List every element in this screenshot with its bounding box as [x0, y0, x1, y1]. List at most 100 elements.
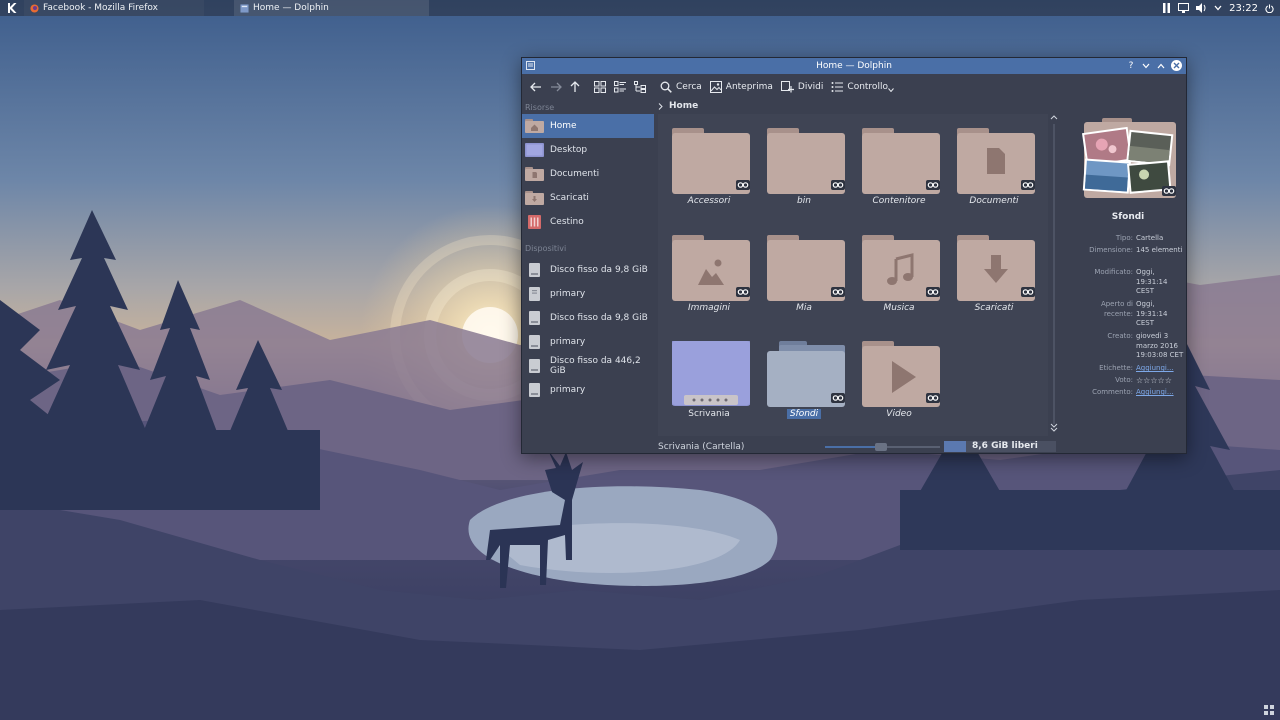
zoom-slider[interactable]: [825, 443, 940, 451]
hard-disk-icon: [525, 311, 544, 326]
file-item[interactable]: Mia: [759, 221, 849, 323]
sidebar-item-label: Disco fisso da 9,8 GiB: [550, 313, 648, 323]
file-item-label: Sfondi: [759, 409, 849, 419]
window-titlebar[interactable]: Home — Dolphin ?: [522, 58, 1186, 74]
sidebar-item-label: primary: [550, 289, 586, 299]
close-icon: [1173, 62, 1180, 69]
preview-icon: [709, 81, 722, 93]
up-button[interactable]: [566, 76, 584, 98]
details-view-button[interactable]: [610, 76, 630, 98]
show-desktop-icon[interactable]: [1264, 705, 1274, 715]
breadcrumb[interactable]: Home: [658, 100, 988, 112]
preview-button-label: Anteprima: [725, 82, 773, 92]
forward-button[interactable]: [546, 76, 566, 98]
search-icon: [660, 81, 672, 93]
places-panel: Risorse Home Desktop Documenti Scaricati: [522, 100, 654, 440]
home-folder-icon: [525, 119, 544, 134]
maximize-button[interactable]: [1156, 60, 1166, 71]
file-item[interactable]: Contenitore: [854, 114, 944, 216]
split-view-icon: [780, 81, 794, 93]
file-item[interactable]: Scrivania: [664, 327, 754, 429]
status-bar: Scrivania (Cartella) 8,6 GiB liberi: [658, 440, 1186, 454]
info-key: Modificato:: [1094, 268, 1133, 276]
file-item[interactable]: Immagini: [664, 221, 754, 323]
vertical-scrollbar[interactable]: [1050, 114, 1058, 436]
volume-icon[interactable]: [1196, 3, 1207, 13]
file-item[interactable]: Scaricati: [949, 221, 1039, 323]
chevron-down-icon: [888, 88, 894, 92]
file-item[interactable]: Documenti: [949, 114, 1039, 216]
hard-disk-icon: [525, 383, 544, 398]
chevron-down-icon[interactable]: [1214, 5, 1222, 11]
file-item[interactable]: Accessori: [664, 114, 754, 216]
sidebar-item-label: Cestino: [550, 217, 584, 227]
trash-icon: [525, 215, 544, 230]
rating-stars[interactable]: ☆☆☆☆☆: [1136, 376, 1186, 386]
file-item[interactable]: bin: [759, 114, 849, 216]
sidebar-item-device[interactable]: Disco fisso da 9,8 GiB: [522, 258, 654, 282]
hard-disk-icon: [525, 335, 544, 350]
info-row-accessed: Aperto di recente: Oggi, 19:31:14 CEST: [1070, 300, 1186, 329]
dolphin-window: Home — Dolphin ? Cerca Anteprima Dividi …: [521, 57, 1187, 454]
power-icon[interactable]: [1265, 3, 1274, 13]
file-item[interactable]: Musica: [854, 221, 944, 323]
info-row-created: Creato: giovedì 3 marzo 2016 19:03:08 CET: [1070, 332, 1186, 361]
sidebar-item-device[interactable]: primary: [522, 378, 654, 402]
application-launcher[interactable]: [0, 0, 24, 16]
control-menu-button[interactable]: Controllo: [827, 76, 898, 98]
sidebar-item-device[interactable]: Disco fisso da 446,2 GiB: [522, 354, 654, 378]
file-item[interactable]: Video: [854, 327, 944, 429]
zoom-slider-handle[interactable]: [875, 443, 887, 451]
taskbar-item-dolphin[interactable]: Home — Dolphin: [234, 0, 429, 16]
sidebar-item-device[interactable]: Disco fisso da 9,8 GiB: [522, 306, 654, 330]
downloads-folder-icon: [957, 235, 1035, 301]
add-tags-link[interactable]: Aggiungi...: [1136, 364, 1186, 374]
file-view[interactable]: Accessori bin Contenitore Documenti Imma…: [658, 114, 1048, 436]
taskbar-item-label: Home — Dolphin: [253, 3, 329, 13]
folder-link-icon: [767, 235, 845, 301]
sidebar-item-device[interactable]: primary: [522, 330, 654, 354]
media-pause-icon[interactable]: [1162, 3, 1171, 13]
minimize-button[interactable]: [1141, 60, 1151, 71]
info-key: Etichette:: [1099, 364, 1133, 372]
documents-folder-icon: [957, 128, 1035, 194]
folder-link-icon: [672, 128, 750, 194]
file-item-label: Scaricati: [974, 303, 1014, 313]
folder-link-icon: [767, 128, 845, 194]
preview-button[interactable]: Anteprima: [706, 76, 777, 98]
sidebar-item-documents[interactable]: Documenti: [522, 162, 654, 186]
info-value: Cartella: [1136, 234, 1164, 242]
add-comment-link[interactable]: Aggiungi...: [1136, 388, 1186, 398]
sidebar-item-downloads[interactable]: Scaricati: [522, 186, 654, 210]
back-button[interactable]: [526, 76, 546, 98]
control-button-label: Controllo: [847, 82, 888, 92]
close-button[interactable]: [1171, 60, 1182, 71]
folder-link-icon: [862, 128, 940, 194]
info-row-size: Dimensione: 145 elementi: [1070, 246, 1186, 256]
taskbar-item-firefox[interactable]: Facebook - Mozilla Firefox: [24, 0, 204, 16]
tree-view-button[interactable]: [630, 76, 650, 98]
sidebar-item-label: Desktop: [550, 145, 588, 155]
icons-view-button[interactable]: [590, 76, 610, 98]
wallpapers-folder-icon: [767, 341, 845, 407]
file-item[interactable]: Sfondi: [759, 327, 849, 429]
sidebar-item-home[interactable]: Home: [522, 114, 654, 138]
wallpapers-folder-preview: [1081, 118, 1176, 198]
sidebar-item-device[interactable]: primary: [522, 282, 654, 306]
status-text: Scrivania (Cartella): [658, 442, 745, 452]
maximize-icon: [1157, 63, 1165, 68]
search-button[interactable]: Cerca: [656, 76, 706, 98]
info-row-type: Tipo: Cartella: [1070, 234, 1186, 244]
sidebar-item-trash[interactable]: Cestino: [522, 210, 654, 234]
clock[interactable]: 23:22: [1229, 3, 1258, 14]
sidebar-item-label: Documenti: [550, 169, 600, 179]
sidebar-item-desktop[interactable]: Desktop: [522, 138, 654, 162]
help-button[interactable]: ?: [1126, 60, 1136, 71]
info-value: 145 elementi: [1136, 246, 1183, 254]
network-icon[interactable]: [1178, 3, 1190, 13]
sidebar-item-label: Disco fisso da 9,8 GiB: [550, 265, 648, 275]
search-button-label: Cerca: [676, 82, 702, 92]
menu-list-icon: [831, 82, 844, 92]
breadcrumb-current[interactable]: Home: [669, 101, 698, 111]
split-button[interactable]: Dividi: [777, 76, 827, 98]
